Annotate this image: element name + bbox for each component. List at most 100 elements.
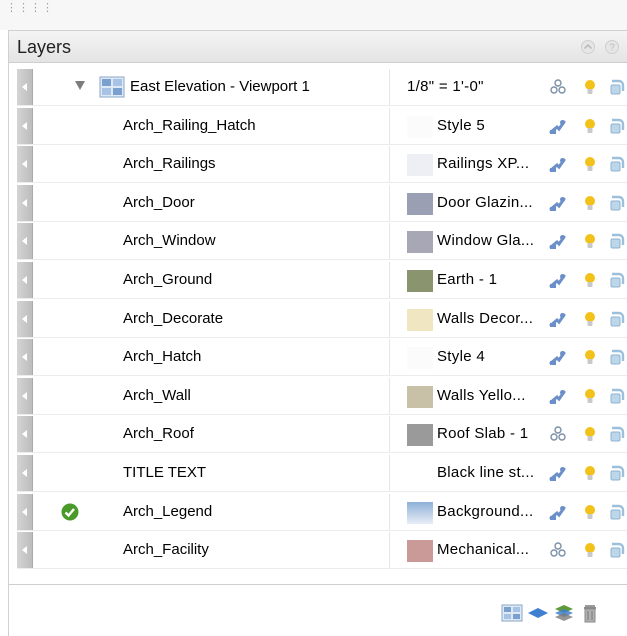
material-swatch[interactable] xyxy=(407,501,433,524)
lightbulb-icon[interactable] xyxy=(580,309,600,329)
viewport-scale: 1/8" = 1'-0" xyxy=(407,78,484,95)
panel-footer xyxy=(9,584,627,636)
material-name: Walls Decor... xyxy=(437,309,534,327)
plug-icon[interactable] xyxy=(548,386,568,406)
nodes-icon[interactable] xyxy=(548,540,568,560)
plug-icon[interactable] xyxy=(548,347,568,367)
material-swatch[interactable] xyxy=(407,385,433,408)
layer-row[interactable]: Arch_Railings Railings XP... xyxy=(17,146,627,184)
material-swatch[interactable] xyxy=(407,231,433,254)
row-handle[interactable] xyxy=(17,377,33,414)
column-divider xyxy=(389,455,390,491)
plug-icon[interactable] xyxy=(548,270,568,290)
lightbulb-icon[interactable] xyxy=(580,231,600,251)
lock-cycle-icon[interactable] xyxy=(607,77,627,97)
lightbulb-icon[interactable] xyxy=(580,270,600,290)
material-swatch[interactable] xyxy=(407,308,433,331)
material-swatch[interactable] xyxy=(407,192,433,215)
layer-row[interactable]: Arch_Ground Earth - 1 xyxy=(17,262,627,299)
material-name: Style 4 xyxy=(437,348,485,366)
material-swatch[interactable] xyxy=(407,424,433,447)
collapse-up-icon[interactable] xyxy=(581,40,595,54)
layer-row[interactable]: Arch_Hatch Style 4 xyxy=(17,339,627,377)
row-handle[interactable] xyxy=(17,107,33,144)
layers-panel: Layers ? East Elevation - Viewport 1 1/8… xyxy=(8,30,627,636)
row-handle[interactable] xyxy=(17,184,33,221)
lock-cycle-icon[interactable] xyxy=(607,231,627,251)
row-handle[interactable] xyxy=(17,300,33,337)
lightbulb-icon[interactable] xyxy=(580,424,600,444)
lightbulb-icon[interactable] xyxy=(580,154,600,174)
lightbulb-icon[interactable] xyxy=(580,540,600,560)
plug-icon[interactable] xyxy=(548,309,568,329)
expand-triangle-icon[interactable] xyxy=(75,81,85,90)
material-swatch[interactable] xyxy=(407,463,433,485)
layer-row[interactable]: Arch_Facility Mechanical... xyxy=(17,532,627,570)
lock-cycle-icon[interactable] xyxy=(607,386,627,406)
lock-cycle-icon[interactable] xyxy=(607,270,627,290)
layer-row[interactable]: Arch_Door Door Glazin... xyxy=(17,184,627,222)
layer-stack-icon[interactable] xyxy=(553,603,575,623)
material-swatch[interactable] xyxy=(407,115,433,138)
lightbulb-icon[interactable] xyxy=(580,463,600,483)
lock-cycle-icon[interactable] xyxy=(607,502,627,522)
plug-icon[interactable] xyxy=(548,193,568,213)
layer-row[interactable]: Arch_Wall Walls Yello... xyxy=(17,377,627,415)
lock-cycle-icon[interactable] xyxy=(607,193,627,213)
lock-cycle-icon[interactable] xyxy=(607,463,627,483)
layer-row[interactable]: Arch_Legend Background... xyxy=(17,493,627,531)
material-swatch[interactable] xyxy=(407,270,433,292)
row-handle[interactable] xyxy=(17,262,33,298)
material-swatch[interactable] xyxy=(407,154,433,177)
material-name: Mechanical... xyxy=(437,541,530,559)
material-swatch[interactable] xyxy=(407,347,433,370)
new-layer-icon[interactable] xyxy=(527,603,549,623)
plug-icon[interactable] xyxy=(548,463,568,483)
lock-cycle-icon[interactable] xyxy=(607,116,627,136)
material-name: Style 5 xyxy=(437,116,485,134)
viewport-grid-icon[interactable] xyxy=(501,603,523,623)
row-handle[interactable] xyxy=(17,146,33,183)
layer-name: Arch_Railing_Hatch xyxy=(123,116,256,134)
layer-name: Arch_Legend xyxy=(123,502,213,520)
row-handle[interactable] xyxy=(17,223,33,260)
row-handle[interactable] xyxy=(17,532,33,569)
column-divider xyxy=(389,493,390,530)
lock-cycle-icon[interactable] xyxy=(607,309,627,329)
plug-icon[interactable] xyxy=(548,231,568,251)
column-divider xyxy=(389,300,390,337)
row-handle[interactable] xyxy=(17,455,33,491)
column-divider xyxy=(389,339,390,376)
material-swatch[interactable] xyxy=(407,540,433,563)
nodes-icon[interactable] xyxy=(548,77,568,97)
lightbulb-icon[interactable] xyxy=(580,193,600,213)
layer-row[interactable]: Arch_Window Window Gla... xyxy=(17,223,627,261)
viewport-row[interactable]: East Elevation - Viewport 1 1/8" = 1'-0" xyxy=(17,69,627,106)
layer-row[interactable]: Arch_Decorate Walls Decor... xyxy=(17,300,627,338)
plug-icon[interactable] xyxy=(548,154,568,174)
lock-cycle-icon[interactable] xyxy=(607,540,627,560)
layer-row[interactable]: TITLE TEXT Black line st... xyxy=(17,455,627,492)
row-handle[interactable] xyxy=(17,69,33,105)
trash-icon[interactable] xyxy=(579,603,601,623)
material-name: Black line st... xyxy=(437,464,535,481)
lock-cycle-icon[interactable] xyxy=(607,154,627,174)
lightbulb-icon[interactable] xyxy=(580,386,600,406)
nodes-icon[interactable] xyxy=(548,424,568,444)
panel-drag-grip[interactable]: ⋮⋮⋮⋮ xyxy=(0,0,627,30)
row-handle[interactable] xyxy=(17,493,33,530)
layer-row[interactable]: Arch_Roof Roof Slab - 1 xyxy=(17,416,627,454)
lock-cycle-icon[interactable] xyxy=(607,347,627,367)
row-handle[interactable] xyxy=(17,339,33,376)
lightbulb-icon[interactable] xyxy=(580,347,600,367)
plug-icon[interactable] xyxy=(548,502,568,522)
column-divider xyxy=(389,416,390,453)
lightbulb-icon[interactable] xyxy=(580,116,600,136)
lightbulb-icon[interactable] xyxy=(580,77,600,97)
help-icon[interactable]: ? xyxy=(605,40,619,54)
lock-cycle-icon[interactable] xyxy=(607,424,627,444)
plug-icon[interactable] xyxy=(548,116,568,136)
lightbulb-icon[interactable] xyxy=(580,502,600,522)
row-handle[interactable] xyxy=(17,416,33,453)
layer-row[interactable]: Arch_Railing_Hatch Style 5 xyxy=(17,107,627,145)
